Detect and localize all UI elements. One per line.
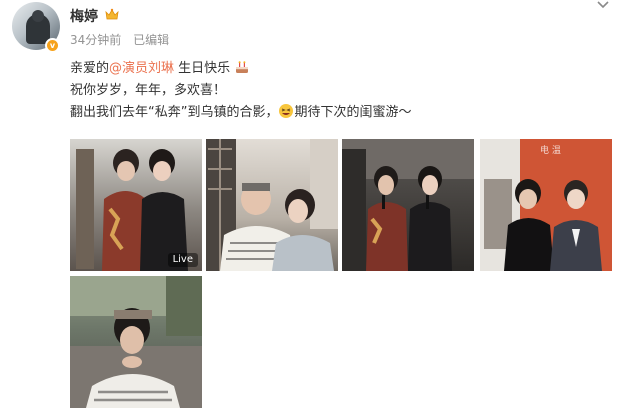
photo-1-scene — [76, 149, 188, 271]
photo-4[interactable]: 电 温 — [480, 139, 612, 271]
photo-3[interactable] — [342, 139, 474, 271]
photo-text: 翻出我们去年“私奔”到乌镇的合影， — [70, 105, 279, 120]
photo-2[interactable] — [206, 139, 338, 271]
post-text: 亲爱的@演员刘琳 生日快乐 祝你岁岁，年年，多欢喜！ 翻出我们去年“私奔”到乌镇… — [70, 58, 610, 124]
laughing-face-icon — [279, 104, 294, 118]
edited-label[interactable]: 已编辑 — [133, 33, 169, 47]
photo-4-scene — [480, 139, 612, 271]
photo-5-scene — [70, 276, 202, 408]
mention-link[interactable]: @演员刘琳 — [109, 61, 174, 76]
post-time[interactable]: 34分钟前 — [70, 33, 121, 47]
cake-icon — [236, 61, 249, 73]
photo-4-watermark: 电 温 — [540, 146, 561, 156]
post-meta: 34分钟前 已编辑 — [70, 31, 169, 48]
username[interactable]: 梅婷 — [70, 6, 98, 26]
live-badge: Live — [167, 253, 198, 267]
birthday-text: 生日快乐 — [174, 61, 231, 76]
greeting-text: 亲爱的 — [70, 61, 110, 76]
post-line-2: 祝你岁岁，年年，多欢喜！ — [70, 83, 227, 98]
photo-1[interactable]: Live — [70, 139, 202, 271]
chevron-down-icon[interactable] — [596, 0, 610, 10]
photo-3-scene — [342, 139, 474, 271]
verified-v-icon: v — [45, 38, 60, 53]
crown-icon — [105, 8, 119, 20]
post-line-1: 亲爱的@演员刘琳 生日快乐 — [70, 58, 610, 80]
avatar-head — [32, 10, 44, 22]
photo-5[interactable] — [70, 276, 202, 408]
post-line-3: 翻出我们去年“私奔”到乌镇的合影， 期待下次的闺蜜游～ — [70, 102, 610, 124]
trip-text: 期待下次的闺蜜游～ — [294, 105, 412, 120]
photo-2-scene — [206, 139, 338, 271]
